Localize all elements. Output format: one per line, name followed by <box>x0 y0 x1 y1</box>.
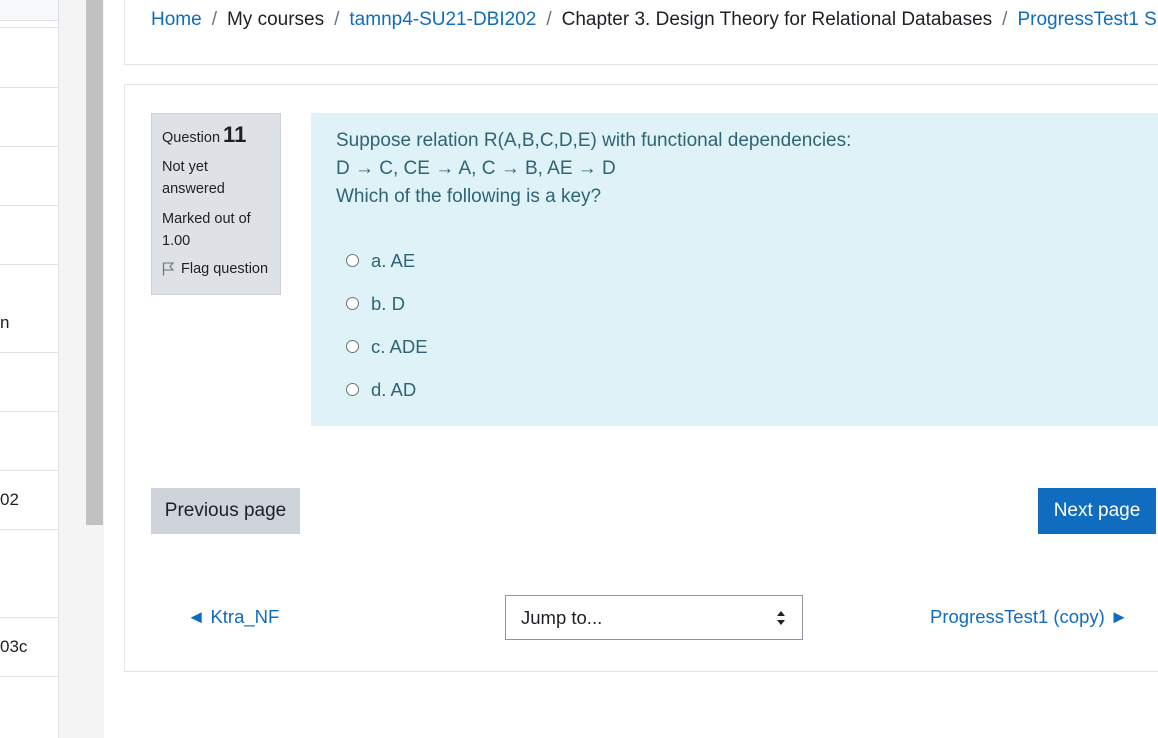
question-grade: Marked out of 1.00 <box>162 211 251 249</box>
drawer-divider <box>0 676 58 677</box>
flag-question-label: Flag question <box>181 261 269 277</box>
breadcrumb-card: Home / My courses / tamnp4-SU21-DBI202 / Chapt… <box>124 0 1158 65</box>
question-content: Suppose relation R(A,B,C,D,E) with funct… <box>311 113 1158 426</box>
drawer-divider <box>0 617 58 618</box>
answer-radio[interactable] <box>346 340 359 353</box>
drawer-header <box>0 0 58 21</box>
breadcrumb-separator: / <box>334 9 340 30</box>
question-state: Not yet answered <box>162 159 225 197</box>
drawer-divider <box>0 146 58 147</box>
prev-activity-link[interactable]: ◄ Ktra_NF <box>187 606 279 628</box>
drawer-divider <box>0 352 58 353</box>
breadcrumb-course[interactable]: tamnp4-SU21-DBI202 <box>349 9 536 30</box>
breadcrumb-home[interactable]: Home <box>151 9 202 30</box>
drawer-divider <box>0 87 58 88</box>
question-text: Suppose relation R(A,B,C,D,E) with funct… <box>336 127 1136 211</box>
breadcrumb-separator: / <box>546 9 552 30</box>
answer-label[interactable]: a. AE <box>371 250 415 272</box>
answer-option-a[interactable]: a. AE <box>336 239 1136 282</box>
jump-to-placeholder: Jump to... <box>521 606 603 628</box>
drawer-divider <box>0 411 58 412</box>
previous-page-button[interactable]: Previous page <box>151 488 300 534</box>
answer-label[interactable]: c. ADE <box>371 336 428 358</box>
drawer-divider <box>0 264 58 265</box>
drawer-divider <box>0 470 58 471</box>
breadcrumb-separator: / <box>1002 9 1008 30</box>
answer-option-d[interactable]: d. AD <box>336 368 1136 411</box>
answer-label[interactable]: d. AD <box>371 379 416 401</box>
answer-label[interactable]: b. D <box>371 293 405 315</box>
question-text-line: D → C, CE → A, C → B, AE → D <box>336 158 616 179</box>
quiz-attempt-region: Question 11 Not yet answered Marked out o… <box>124 84 1158 672</box>
answer-radio[interactable] <box>346 254 359 267</box>
flag-icon <box>162 262 175 276</box>
drawer-item-label[interactable]: 03c <box>0 637 27 657</box>
breadcrumb-separator: / <box>211 9 217 30</box>
course-index-drawer: n 02 03c <box>0 0 59 738</box>
answer-radio[interactable] <box>346 297 359 310</box>
answer-options: a. AE b. D c. ADE d. AD <box>336 239 1136 411</box>
answer-radio[interactable] <box>346 383 359 396</box>
question-number-value: 11 <box>223 122 247 147</box>
breadcrumb-my-courses[interactable]: My courses <box>227 9 324 30</box>
drawer-item-label[interactable]: n <box>0 313 9 333</box>
question-info: Question 11 Not yet answered Marked out o… <box>151 113 281 295</box>
answer-option-c[interactable]: c. ADE <box>336 325 1136 368</box>
select-caret-icon <box>777 611 785 625</box>
drawer-divider <box>0 529 58 530</box>
question-number: Question 11 <box>162 122 270 148</box>
question-label: Question <box>162 130 221 146</box>
question-text-line: Suppose relation R(A,B,C,D,E) with funct… <box>336 130 852 151</box>
flag-question-button[interactable]: Flag question <box>162 261 270 277</box>
next-page-button[interactable]: Next page <box>1038 488 1156 534</box>
drawer-item-label[interactable]: 02 <box>0 490 19 510</box>
answer-option-b[interactable]: b. D <box>336 282 1136 325</box>
breadcrumb-quiz[interactable]: ProgressTest1 SE15 <box>1017 9 1158 30</box>
breadcrumb-chapter: Chapter 3. Design Theory for Relational … <box>561 9 993 30</box>
drawer-divider <box>0 27 58 28</box>
question-text-line: Which of the following is a key? <box>336 186 602 207</box>
drawer-scrollbar[interactable] <box>86 0 103 525</box>
breadcrumb: Home / My courses / tamnp4-SU21-DBI202 / Chapt… <box>151 9 1158 31</box>
next-activity-link[interactable]: ProgressTest1 (copy) ► <box>930 606 1128 628</box>
drawer-divider <box>0 205 58 206</box>
jump-to-select[interactable]: Jump to... <box>505 595 803 640</box>
